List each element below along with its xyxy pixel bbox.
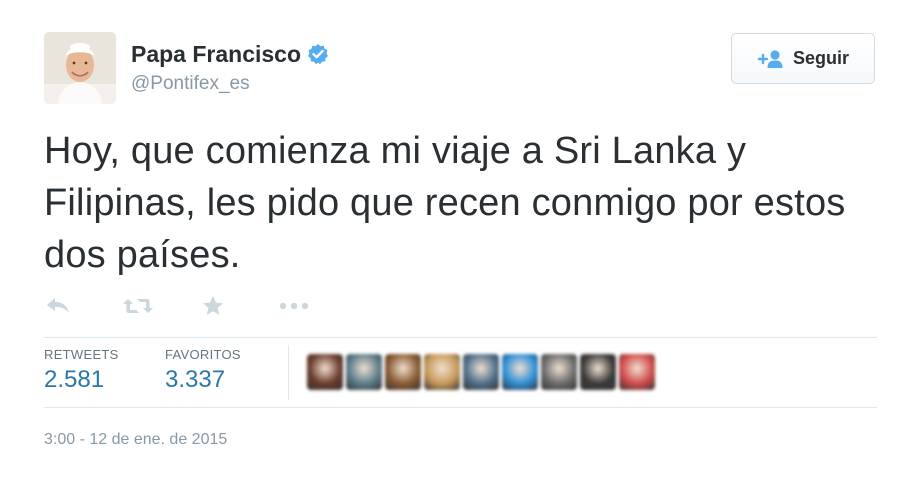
retweets-stat[interactable]: RETWEETS 2.581 [44,347,119,394]
favoriter-avatar[interactable] [541,354,577,390]
favoriter-avatar[interactable] [424,354,460,390]
display-name[interactable]: Papa Francisco [131,41,301,68]
name-row: Papa Francisco [131,40,329,68]
user-handle[interactable]: @Pontifex_es [131,73,250,95]
follow-button-label: Seguir [792,48,849,68]
reply-button[interactable] [44,296,72,316]
favorite-button[interactable] [200,295,226,317]
favoriter-avatar[interactable] [619,354,655,390]
favoriter-avatar[interactable] [385,354,421,390]
favorite-star-icon [203,296,223,315]
favoriter-avatar[interactable] [346,354,382,390]
tweet-actions [44,292,310,320]
profile-avatar[interactable] [44,32,116,104]
tweet-timestamp[interactable]: 3:00 - 12 de ene. de 2015 [44,431,227,449]
retweet-icon [123,299,153,313]
favorites-label: FAVORITOS [165,347,241,362]
favoriters-avatars [307,354,658,390]
follow-button[interactable]: Seguir [731,33,875,84]
favoriter-avatar[interactable] [463,354,499,390]
tweet-text: Hoy, que comienza mi viaje a Sri Lanka y… [44,130,846,276]
avatar-image [44,32,116,104]
more-dots-icon [279,302,309,310]
retweets-count: 2.581 [44,366,105,393]
more-button[interactable] [278,301,310,311]
retweets-label: RETWEETS [44,347,119,362]
favoriter-avatar[interactable] [580,354,616,390]
verified-badge-icon [307,43,329,65]
stats-separator [288,345,289,400]
divider [44,337,877,338]
favoriter-avatar[interactable] [502,354,538,390]
retweet-button[interactable] [122,295,154,317]
favorites-count: 3.337 [165,366,226,393]
reply-icon [47,298,69,313]
divider [44,407,877,408]
tweet-card: Papa Francisco @Pontifex_es Seguir Hoy, … [0,0,900,500]
add-user-icon [757,49,785,69]
favorites-stat[interactable]: FAVORITOS 3.337 [165,347,241,394]
favoriter-avatar[interactable] [307,354,343,390]
